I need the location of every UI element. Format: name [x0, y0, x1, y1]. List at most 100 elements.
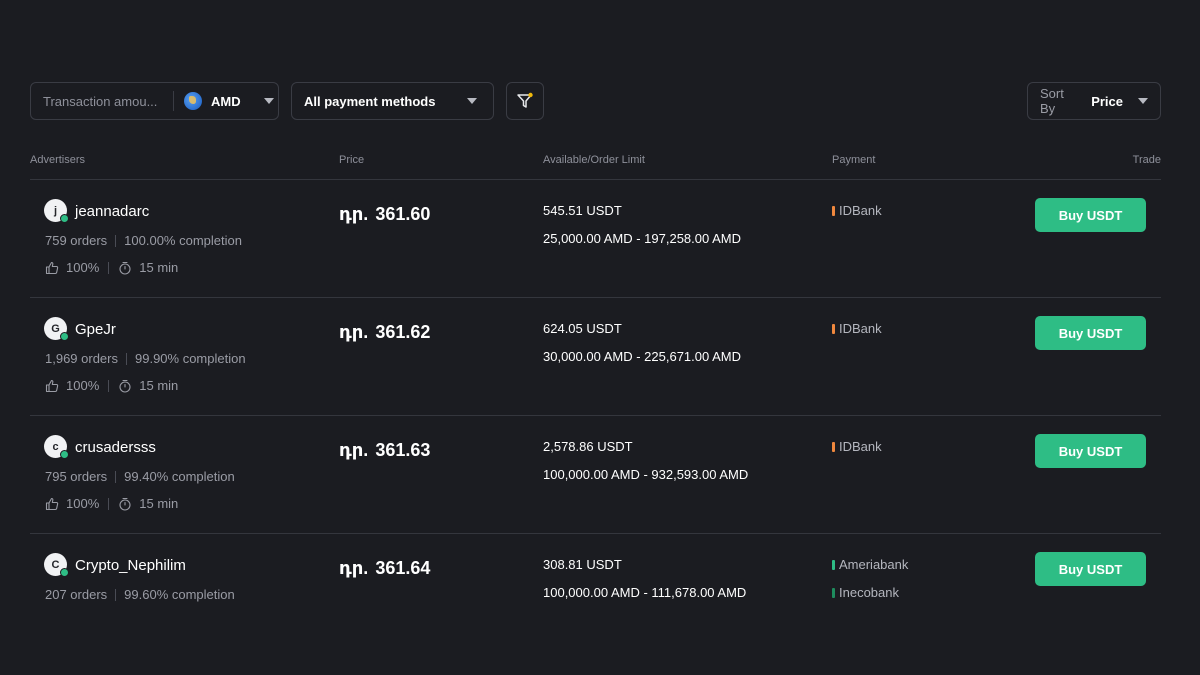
sort-select[interactable]: Sort By Price — [1027, 82, 1161, 120]
order-limit: 25,000.00 AMD - 197,258.00 AMD — [543, 231, 742, 246]
payment-method-name: IDBank — [839, 203, 882, 218]
price-value: 361.64 — [375, 558, 431, 578]
transaction-amount-input[interactable] — [43, 93, 165, 109]
payment-method: Ameriabank — [832, 557, 908, 572]
avatar-letter: c — [52, 440, 59, 453]
avatar[interactable]: C — [44, 553, 69, 577]
advertiser-stats: 759 orders 100.00% completion — [45, 233, 242, 248]
payment-color-bar — [832, 441, 835, 452]
table-row: G GpeJr 1,969 orders 99.90% completion 1… — [30, 298, 1161, 416]
buy-usdt-button[interactable]: Buy USDT — [1035, 198, 1146, 232]
filter-button[interactable] — [506, 82, 544, 120]
available-amount: 624.05 USDT — [543, 321, 622, 336]
completion-rate: 100.00% completion — [124, 233, 242, 248]
advertiser-name[interactable]: GpeJr — [75, 321, 116, 338]
advertiser-list: j jeannadarc 759 orders 100.00% completi… — [30, 180, 1161, 652]
header-price: Price — [339, 154, 365, 166]
filter-icon — [517, 92, 533, 108]
completion-rate: 99.90% completion — [135, 351, 246, 366]
currency-select[interactable]: AMD — [184, 92, 274, 110]
divider — [108, 379, 110, 392]
price-value: 361.62 — [375, 322, 431, 342]
advertiser-name[interactable]: jeannadarc — [75, 203, 149, 220]
divider — [126, 352, 127, 365]
payment-method-name: IDBank — [839, 439, 882, 454]
payment-color-bar — [832, 559, 835, 570]
price-currency-symbol: դր. — [339, 440, 369, 460]
payment-time: 15 min — [139, 496, 179, 511]
orders-count: 1,969 orders — [45, 351, 118, 366]
advertiser-name[interactable]: crusadersss — [75, 439, 156, 456]
payment-method-label: All payment methods — [304, 93, 436, 109]
price-value: 361.63 — [375, 440, 431, 460]
available-amount: 545.51 USDT — [543, 203, 622, 218]
payment-method: Inecobank — [832, 585, 899, 600]
divider — [115, 588, 117, 601]
avatar[interactable]: j — [44, 199, 69, 223]
orders-count: 795 orders — [45, 469, 108, 484]
price-currency-symbol: դր. — [339, 322, 369, 342]
buy-usdt-button[interactable]: Buy USDT — [1035, 316, 1146, 350]
advertiser-name[interactable]: Crypto_Nephilim — [75, 557, 186, 574]
avatar[interactable]: c — [44, 435, 69, 459]
payment-method-select[interactable]: All payment methods — [291, 82, 494, 120]
positive-rating: 100% — [66, 378, 100, 393]
payment-method: IDBank — [832, 439, 882, 454]
advertiser-meta: 100% 15 min — [45, 496, 178, 511]
divider — [173, 91, 174, 111]
online-status-dot — [60, 568, 69, 577]
timer-icon — [119, 497, 131, 511]
price: դր. 361.64 — [339, 558, 430, 579]
avatar[interactable]: G — [44, 317, 69, 341]
amount-currency-group: AMD — [30, 82, 279, 120]
online-status-dot — [60, 450, 69, 459]
chevron-down-icon — [263, 98, 274, 104]
positive-rating: 100% — [66, 496, 100, 511]
positive-rating: 100% — [66, 260, 100, 275]
divider — [115, 470, 117, 483]
order-limit: 30,000.00 AMD - 225,671.00 AMD — [543, 349, 742, 364]
payment-color-bar — [832, 205, 835, 216]
header-available: Available/Order Limit — [543, 154, 645, 166]
online-status-dot — [60, 214, 69, 223]
price-value: 361.60 — [375, 204, 431, 224]
sort-value: Price — [1091, 93, 1123, 109]
price: դր. 361.63 — [339, 440, 430, 461]
thumbs-up-icon — [45, 379, 59, 392]
orders-count: 207 orders — [45, 587, 108, 602]
sort-by-label: Sort By — [1040, 86, 1064, 116]
order-limit: 100,000.00 AMD - 111,678.00 AMD — [543, 585, 747, 600]
available-amount: 2,578.86 USDT — [543, 439, 633, 454]
header-trade: Trade — [1132, 154, 1161, 166]
avatar-letter: j — [53, 204, 58, 217]
payment-method: IDBank — [832, 203, 882, 218]
payment-method: IDBank — [832, 321, 882, 336]
table-row: c crusadersss 795 orders 99.40% completi… — [30, 416, 1161, 534]
payment-method-name: IDBank — [839, 321, 882, 336]
buy-usdt-button[interactable]: Buy USDT — [1035, 434, 1146, 468]
price: դր. 361.60 — [339, 204, 430, 225]
price-currency-symbol: դր. — [339, 204, 369, 224]
advertiser-stats: 795 orders 99.40% completion — [45, 469, 235, 484]
buy-usdt-button[interactable]: Buy USDT — [1035, 552, 1146, 586]
chevron-down-icon — [467, 98, 477, 104]
thumbs-up-icon — [45, 497, 59, 510]
header-payment: Payment — [832, 154, 876, 166]
price-currency-symbol: դր. — [339, 558, 369, 578]
order-limit: 100,000.00 AMD - 932,593.00 AMD — [543, 467, 749, 482]
table-row: j jeannadarc 759 orders 100.00% completi… — [30, 180, 1161, 298]
currency-label: AMD — [211, 93, 241, 109]
divider — [108, 497, 110, 510]
price: դր. 361.62 — [339, 322, 430, 343]
table-row: C Crypto_Nephilim 207 orders 99.60% comp… — [30, 534, 1161, 652]
chevron-down-icon — [1138, 98, 1148, 104]
payment-time: 15 min — [139, 260, 179, 275]
header-advertisers: Advertisers — [30, 154, 86, 166]
advertiser-meta: 100% 15 min — [45, 378, 178, 393]
advertiser-stats: 1,969 orders 99.90% completion — [45, 351, 246, 366]
payment-color-bar — [832, 323, 835, 334]
completion-rate: 99.60% completion — [124, 587, 235, 602]
avatar-letter: C — [51, 558, 60, 571]
divider — [108, 261, 110, 274]
advertiser-stats: 207 orders 99.60% completion — [45, 587, 235, 602]
